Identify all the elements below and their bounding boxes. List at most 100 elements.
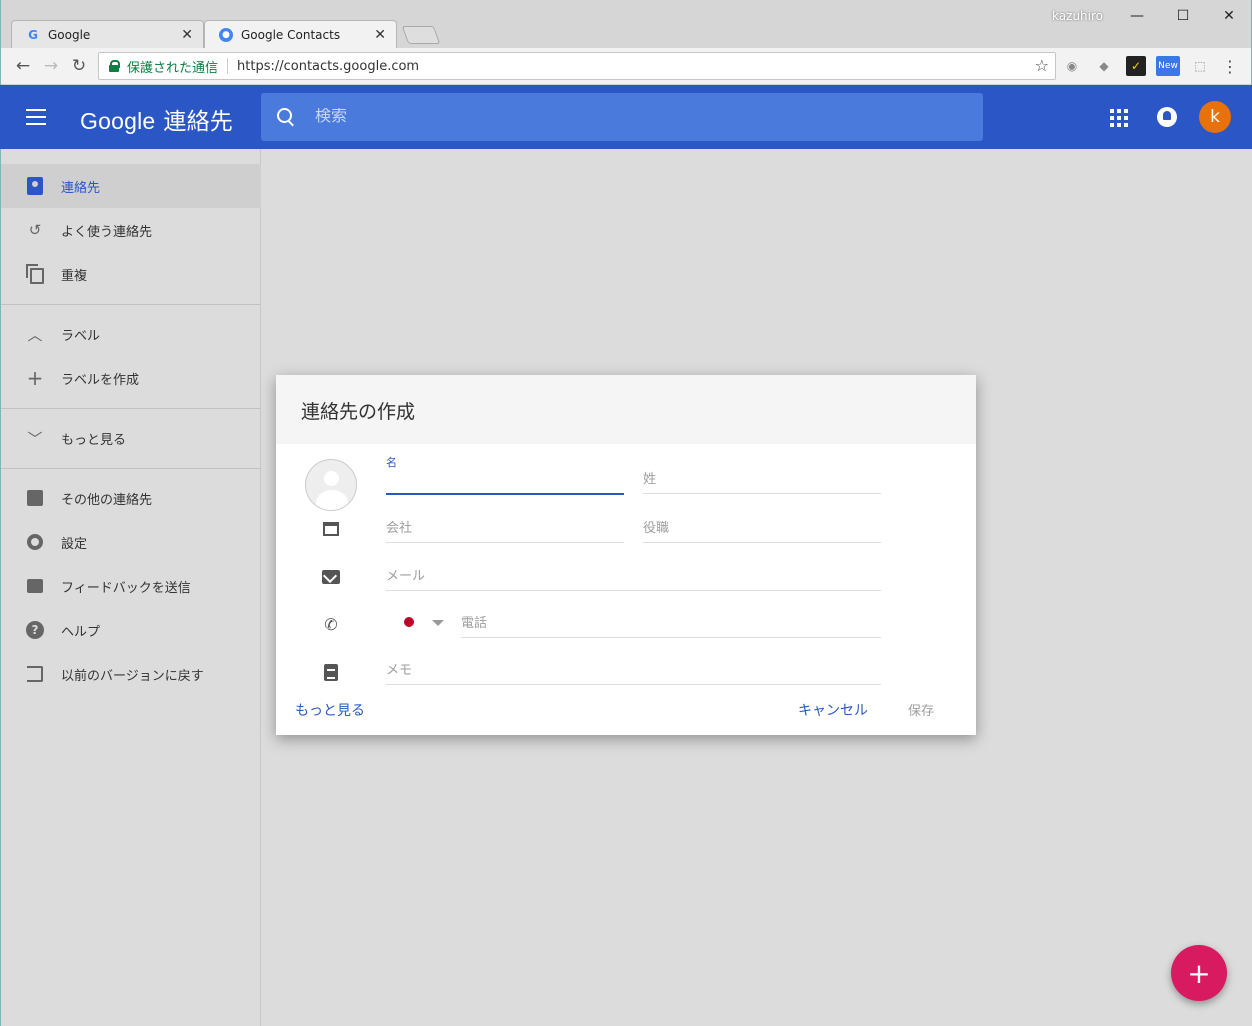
close-window-icon[interactable]: ✕ [1217,6,1241,26]
sidebar-item-label: フィードバックを送信 [61,580,191,596]
sidebar-item-create-label[interactable]: + ラベルを作成 [1,356,261,400]
contacts-favicon-icon: ● [219,27,233,42]
extension-badge: New [1158,61,1178,71]
tab-google[interactable]: G Google ✕ [11,20,204,48]
tab-google-contacts[interactable]: ● Google Contacts ✕ [204,20,397,48]
notes-field[interactable] [386,657,881,685]
profile-name[interactable]: kazuhiro [1052,9,1103,23]
sidebar: 連絡先 ↺ よく使う連絡先 重複 ︿ ラベル + ラベルを作成 ﹀ もっと見る … [0,149,261,1026]
save-button[interactable]: 保存 [908,700,934,719]
last-name-input[interactable] [643,466,881,493]
job-title-field[interactable] [643,515,881,543]
sidebar-item-label: もっと見る [61,432,127,448]
address-bar[interactable]: 保護された通信 https://contacts.google.com ☆ [98,52,1056,80]
sidebar-item-label: 重複 [61,268,88,284]
sidebar-item-label: 設定 [61,536,88,552]
apps-grid-icon[interactable] [1110,109,1128,127]
browser-chrome: G Google ✕ ● Google Contacts ✕ kazuhiro … [0,0,1252,85]
country-dropdown-icon[interactable] [432,620,444,626]
sidebar-item-labels[interactable]: ︿ ラベル [1,312,261,356]
close-tab-icon[interactable]: ✕ [374,27,386,43]
sidebar-item-help[interactable]: ? ヘルプ [1,608,261,652]
help-icon: ? [25,620,45,640]
sidebar-item-label: 以前のバージョンに戻す [61,668,204,684]
add-contact-fab[interactable]: + [1171,945,1227,1001]
sidebar-item-frequent[interactable]: ↺ よく使う連絡先 [1,208,261,252]
notes-icon [321,662,341,682]
sidebar-item-contacts[interactable]: 連絡先 [1,164,261,208]
forward-icon[interactable]: → [39,54,63,78]
brand-google: Google [80,108,156,134]
last-name-field[interactable] [643,466,881,494]
more-fields-button[interactable]: もっと見る [295,700,365,720]
contact-photo-placeholder[interactable] [305,459,357,511]
create-contact-dialog: 連絡先の作成 名 ✆ もっと見る キャンセル 保存 [276,375,976,735]
email-field[interactable] [386,563,881,591]
sidebar-item-feedback[interactable]: フィードバックを送信 [1,564,261,608]
back-icon[interactable]: ← [11,54,35,78]
maximize-icon[interactable]: ☐ [1171,6,1195,26]
dialog-title: 連絡先の作成 [301,402,416,423]
sidebar-item-duplicates[interactable]: 重複 [1,252,261,296]
chevron-down-icon: ﹀ [27,429,43,448]
sidebar-divider [1,304,261,305]
building-icon [321,519,341,539]
new-tab-button[interactable] [401,26,441,44]
url-text: https://contacts.google.com [237,58,420,74]
brand-product: 連絡先 [163,108,233,134]
sidebar-item-settings[interactable]: 設定 [1,520,261,564]
exit-icon [25,664,45,684]
bookmark-star-icon[interactable]: ☆ [1035,56,1049,75]
app-bar: Google 連絡先 k [0,85,1252,149]
contacts-icon [25,176,45,196]
sidebar-item-label: 連絡先 [61,180,101,196]
cancel-button[interactable]: キャンセル [798,700,868,720]
sidebar-divider [1,468,261,469]
search-bar[interactable] [261,93,983,141]
sidebar-item-more[interactable]: ﹀ もっと見る [1,416,261,460]
search-icon[interactable] [277,108,295,126]
pdf-extension-icon[interactable]: ⬚ [1190,56,1210,76]
first-name-field[interactable] [386,467,624,495]
sidebar-item-label: ヘルプ [61,624,101,640]
minimize-icon[interactable]: — [1125,6,1149,26]
dropbox-icon[interactable]: ◆ [1094,56,1114,76]
extension-globe-icon[interactable]: ◉ [1062,56,1082,76]
notifications-bell-icon[interactable] [1157,107,1177,127]
separator [227,58,229,74]
chevron-up-icon: ︿ [27,325,43,344]
search-input[interactable] [315,108,915,126]
archive-icon [25,488,45,508]
extension-check-icon[interactable]: ✓ [1126,56,1146,76]
browser-toolbar: ← → ↻ 保護された通信 https://contacts.google.co… [1,48,1251,85]
avatar[interactable]: k [1199,101,1231,133]
sidebar-item-other-contacts[interactable]: その他の連絡先 [1,476,261,520]
menu-icon[interactable] [26,109,46,125]
app-logo[interactable]: Google 連絡先 [80,102,233,136]
company-field[interactable] [386,515,624,543]
sidebar-item-label: ラベルを作成 [61,372,140,388]
extension-new-icon[interactable]: New [1156,56,1180,76]
phone-field[interactable] [461,610,881,638]
feedback-icon [25,576,45,596]
google-favicon-icon: G [28,27,38,42]
email-input[interactable] [386,563,881,590]
tab-title: Google Contacts [241,27,341,42]
job-title-input[interactable] [643,515,881,542]
sidebar-item-old-version[interactable]: 以前のバージョンに戻す [1,652,261,696]
close-tab-icon[interactable]: ✕ [181,27,193,43]
reload-icon[interactable]: ↻ [67,54,91,78]
copy-icon [25,263,45,284]
first-name-input[interactable] [386,467,624,493]
phone-input[interactable] [461,610,881,637]
sidebar-item-label: その他の連絡先 [61,492,153,508]
plus-icon: + [26,366,44,390]
japan-flag-icon[interactable] [404,617,414,627]
phone-icon: ✆ [324,614,338,634]
sidebar-item-label: ラベル [61,328,101,344]
notes-input[interactable] [386,657,881,684]
company-input[interactable] [386,515,624,542]
secure-label: 保護された通信 [127,60,219,76]
dialog-header: 連絡先の作成 [276,375,976,444]
chrome-menu-icon[interactable]: ⋮ [1220,56,1240,76]
